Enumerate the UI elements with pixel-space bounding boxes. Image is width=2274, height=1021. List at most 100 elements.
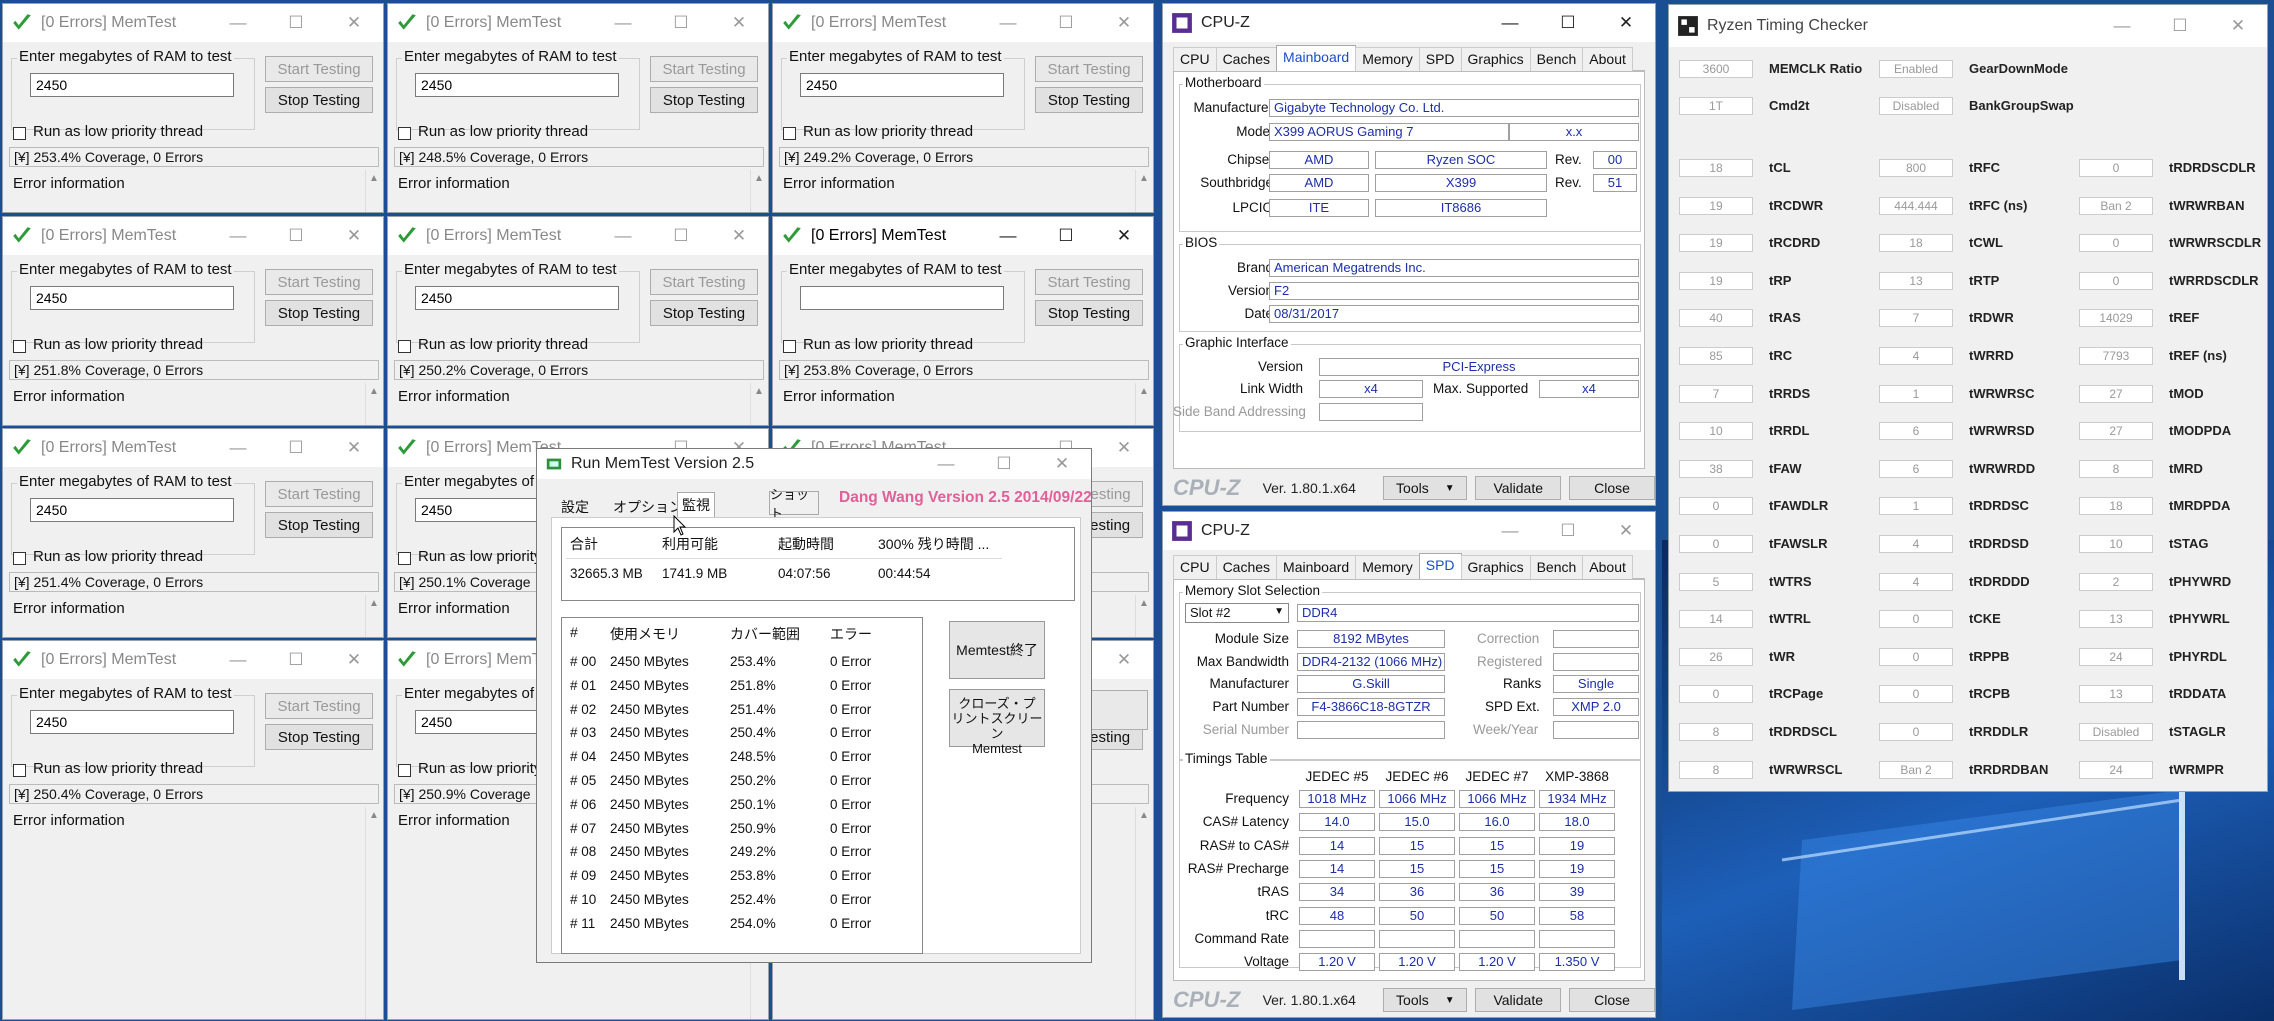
ryzen-titlebar[interactable]: Ryzen Timing Checker — ☐ ✕ (1669, 5, 2267, 47)
close-button[interactable]: ✕ (2209, 7, 2267, 45)
end-memtest-button[interactable]: Memtest終了 (949, 621, 1045, 679)
tab-graphics[interactable]: Graphics (1460, 555, 1531, 579)
close-button[interactable]: ✕ (1033, 449, 1091, 479)
minimize-button[interactable]: — (979, 217, 1037, 255)
memtest-titlebar[interactable]: [0 Errors] MemTest — ☐ ✕ (388, 217, 768, 255)
scrollbar[interactable]: ▲ (365, 170, 381, 212)
scrollbar[interactable]: ▲ (750, 383, 766, 425)
tab-about[interactable]: About (1582, 555, 1633, 579)
close-app-button[interactable]: Close (1569, 988, 1655, 1012)
close-button[interactable]: ✕ (325, 641, 383, 679)
tab-cpu[interactable]: CPU (1173, 47, 1217, 71)
start-testing-button[interactable]: Start Testing (1035, 269, 1143, 295)
scrollbar[interactable]: ▲ (1135, 595, 1151, 637)
ram-mb-input[interactable] (800, 73, 1004, 97)
minimize-button[interactable]: — (594, 217, 652, 255)
ram-mb-input[interactable] (415, 73, 619, 97)
close-app-button[interactable]: Close (1569, 476, 1655, 500)
minimize-button[interactable]: — (917, 449, 975, 479)
low-priority-checkbox[interactable] (783, 340, 796, 353)
tab-bench[interactable]: Bench (1529, 47, 1584, 71)
maximize-button[interactable]: ☐ (267, 641, 325, 679)
minimize-button[interactable]: — (209, 217, 267, 255)
start-testing-button[interactable]: Start Testing (1035, 56, 1143, 82)
low-priority-checkbox[interactable] (13, 552, 26, 565)
ram-mb-input[interactable] (30, 73, 234, 97)
scrollbar[interactable]: ▲ (365, 595, 381, 637)
memtest-titlebar[interactable]: [0 Errors] MemTest — ☐ ✕ (3, 4, 383, 42)
start-testing-button[interactable]: Start Testing (650, 269, 758, 295)
low-priority-checkbox[interactable] (398, 552, 411, 565)
close-button[interactable]: ✕ (1095, 429, 1153, 467)
close-button[interactable]: ✕ (1095, 217, 1153, 255)
slot-select[interactable]: Slot #2 ▼ (1185, 603, 1289, 623)
memtest-titlebar[interactable]: [0 Errors] MemTest — ☐ ✕ (3, 217, 383, 255)
tab-settings[interactable]: 設定 (557, 495, 593, 519)
low-priority-checkbox[interactable] (783, 127, 796, 140)
scrollbar[interactable]: ▲ (365, 383, 381, 425)
maximize-button[interactable]: ☐ (1037, 217, 1095, 255)
stop-testing-button[interactable]: Stop Testing (650, 87, 758, 113)
ram-mb-input[interactable] (30, 286, 234, 310)
minimize-button[interactable]: — (1481, 4, 1539, 42)
maximize-button[interactable]: ☐ (267, 217, 325, 255)
close-button[interactable]: ✕ (1095, 641, 1153, 679)
ram-mb-input[interactable] (30, 710, 234, 734)
memtest-titlebar[interactable]: [0 Errors] MemTest — ☐ ✕ (3, 641, 383, 679)
maximize-button[interactable]: ☐ (267, 429, 325, 467)
ram-mb-input[interactable] (415, 286, 619, 310)
validate-button[interactable]: Validate (1475, 988, 1562, 1012)
low-priority-checkbox[interactable] (398, 764, 411, 777)
tab-mainboard[interactable]: Mainboard (1276, 555, 1357, 579)
tab-bench[interactable]: Bench (1529, 555, 1584, 579)
close-button[interactable]: ✕ (325, 217, 383, 255)
scrollbar[interactable]: ▲ (750, 170, 766, 212)
tools-button[interactable]: Tools ▼ (1383, 988, 1468, 1012)
memtest-titlebar[interactable]: [0 Errors] MemTest — ☐ ✕ (773, 217, 1153, 255)
low-priority-checkbox[interactable] (13, 764, 26, 777)
stop-testing-button[interactable]: Stop Testing (650, 300, 758, 326)
tab-cpu[interactable]: CPU (1173, 555, 1217, 579)
minimize-button[interactable]: — (594, 4, 652, 42)
screenshot-button[interactable]: ショット (769, 487, 819, 521)
tab-caches[interactable]: Caches (1215, 47, 1278, 71)
stop-testing-button[interactable]: Stop Testing (265, 724, 373, 750)
start-testing-button[interactable]: Start Testing (265, 56, 373, 82)
tab-memory[interactable]: Memory (1355, 555, 1420, 579)
low-priority-checkbox[interactable] (398, 340, 411, 353)
start-testing-button[interactable]: Start Testing (265, 481, 373, 507)
minimize-button[interactable]: — (209, 429, 267, 467)
stop-testing-button[interactable]: Stop Testing (265, 87, 373, 113)
start-testing-button[interactable]: Start Testing (265, 269, 373, 295)
validate-button[interactable]: Validate (1475, 476, 1562, 500)
maximize-button[interactable]: ☐ (1539, 4, 1597, 42)
stop-testing-button[interactable]: Stop Testing (1035, 87, 1143, 113)
cpuz-titlebar[interactable]: CPU-Z — ☐ ✕ (1163, 512, 1655, 550)
tab-spd[interactable]: SPD (1418, 553, 1462, 580)
stop-testing-button[interactable]: Stop Testing (265, 300, 373, 326)
maximize-button[interactable]: ☐ (652, 4, 710, 42)
tools-button[interactable]: Tools ▼ (1383, 476, 1468, 500)
tab-graphics[interactable]: Graphics (1460, 47, 1531, 71)
minimize-button[interactable]: — (209, 4, 267, 42)
runmemtest-titlebar[interactable]: Run MemTest Version 2.5 — ☐ ✕ (537, 449, 1091, 479)
maximize-button[interactable]: ☐ (1539, 512, 1597, 550)
close-button[interactable]: ✕ (1597, 512, 1655, 550)
close-button[interactable]: ✕ (1095, 4, 1153, 42)
minimize-button[interactable]: — (1481, 512, 1539, 550)
minimize-button[interactable]: — (2093, 7, 2151, 45)
memtest-titlebar[interactable]: [0 Errors] MemTest — ☐ ✕ (3, 429, 383, 467)
memtest-titlebar[interactable]: [0 Errors] MemTest — ☐ ✕ (388, 4, 768, 42)
maximize-button[interactable]: ☐ (2151, 7, 2209, 45)
ram-mb-input[interactable] (800, 286, 1004, 310)
maximize-button[interactable]: ☐ (267, 4, 325, 42)
scrollbar[interactable]: ▲ (1135, 807, 1151, 1019)
stop-testing-button[interactable]: Stop Testing (265, 512, 373, 538)
low-priority-checkbox[interactable] (13, 127, 26, 140)
stop-testing-button[interactable]: Stop Testing (1035, 300, 1143, 326)
minimize-button[interactable]: — (979, 4, 1037, 42)
close-button[interactable]: ✕ (710, 217, 768, 255)
maximize-button[interactable]: ☐ (975, 449, 1033, 479)
tab-spd[interactable]: SPD (1418, 47, 1462, 71)
tab-memory[interactable]: Memory (1355, 47, 1420, 71)
